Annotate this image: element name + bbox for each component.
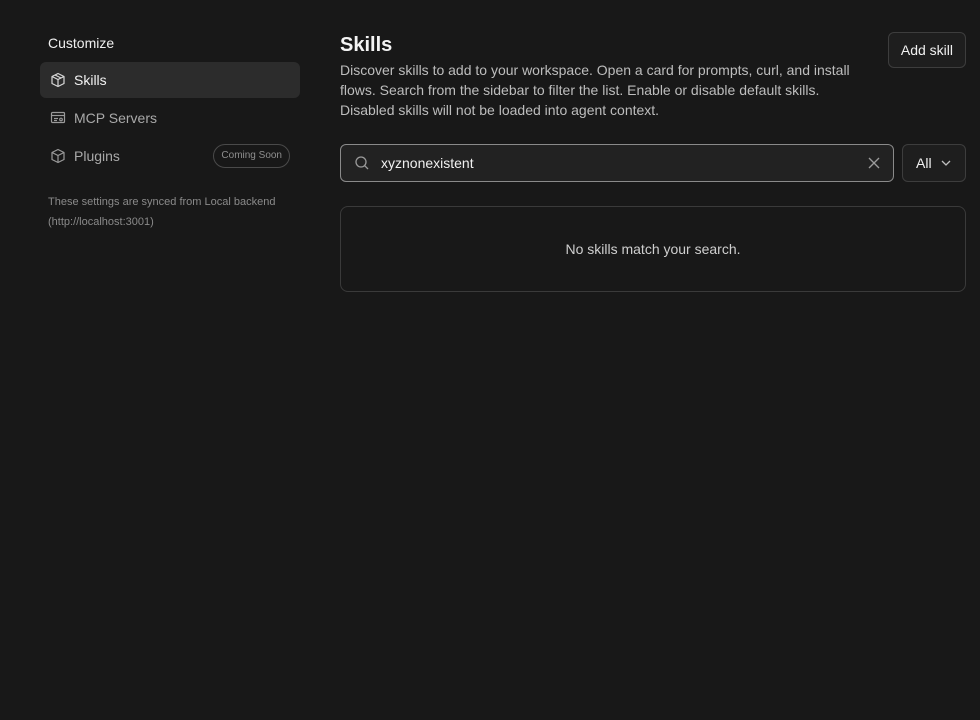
sidebar-item-mcp-servers[interactable]: MCP Servers	[40, 100, 300, 136]
add-skill-button[interactable]: Add skill	[887, 32, 966, 68]
filter-select[interactable]: All	[902, 144, 966, 182]
empty-state-message: No skills match your search.	[565, 241, 741, 257]
empty-state-card: No skills match your search.	[340, 206, 966, 292]
search-row: All	[340, 144, 966, 182]
search-icon	[355, 156, 369, 170]
sidebar-nav: Skills MCP Servers Plugins Coming Soon	[40, 62, 300, 174]
main-content: Skills Discover skills to add to your wo…	[340, 32, 966, 292]
server-icon	[50, 110, 66, 126]
search-box	[340, 144, 894, 182]
page-title: Skills	[340, 34, 393, 56]
skills-icon	[50, 72, 66, 88]
cube-icon	[50, 148, 66, 164]
sidebar-heading: Customize	[48, 35, 115, 51]
sidebar-item-label: MCP Servers	[74, 110, 157, 126]
sidebar-item-label: Plugins	[74, 148, 120, 164]
sidebar: Customize Skills MCP Servers Plugins Com…	[40, 34, 300, 232]
sidebar-item-label: Skills	[74, 72, 107, 88]
close-icon[interactable]	[867, 156, 881, 170]
settings-page: Customize Skills MCP Servers Plugins Com…	[0, 0, 980, 720]
search-input[interactable]	[341, 145, 893, 181]
sync-note: These settings are synced from Local bac…	[48, 196, 276, 228]
page-description: Discover skills to add to your workspace…	[340, 62, 850, 118]
sidebar-item-plugins[interactable]: Plugins Coming Soon	[40, 138, 300, 174]
filter-selected-value: All	[916, 155, 932, 171]
sidebar-item-skills[interactable]: Skills	[40, 62, 300, 98]
coming-soon-badge: Coming Soon	[213, 144, 290, 168]
chevron-down-icon	[941, 160, 951, 166]
